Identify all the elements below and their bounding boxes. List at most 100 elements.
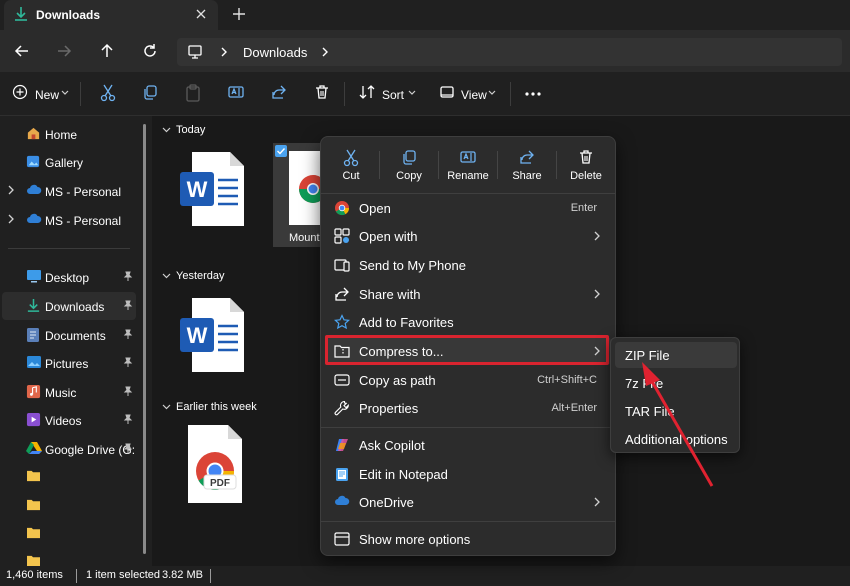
menu-item-label: Open: [359, 201, 391, 216]
share-icon[interactable]: [271, 84, 287, 100]
submenu-item-tar-file[interactable]: TAR File: [615, 398, 737, 424]
sidebar-item-folder[interactable]: [0, 492, 140, 520]
sidebar-item-downloads[interactable]: Downloads: [2, 292, 136, 320]
share-with-icon: [334, 286, 350, 302]
pin-icon[interactable]: [123, 414, 133, 424]
sidebar-item-gallery[interactable]: Gallery: [0, 148, 140, 176]
view-icon: [439, 84, 455, 100]
sort-icon: [359, 84, 375, 100]
chevron-right-icon[interactable]: [7, 214, 15, 224]
sidebar-item-videos[interactable]: Videos: [0, 406, 140, 434]
menu-item-show-more-options[interactable]: Show more options: [327, 525, 611, 553]
delete-button[interactable]: Delete: [558, 145, 614, 189]
sidebar-item-desktop[interactable]: Desktop: [0, 263, 140, 291]
sidebar-item-documents[interactable]: Documents: [0, 321, 140, 349]
rename-button[interactable]: Rename: [440, 145, 496, 189]
sidebar-item-ms-personal[interactable]: MS - Personal: [0, 206, 140, 234]
menu-item-copy-as-path[interactable]: Copy as path Ctrl+Shift+C: [327, 366, 611, 394]
menu-item-open-with[interactable]: Open with: [327, 222, 611, 250]
pdf-file[interactable]: PDF: [174, 421, 254, 513]
menu-item-share-with[interactable]: Share with: [327, 280, 611, 308]
share-icon: [519, 149, 535, 165]
cut-label: Cut: [342, 170, 360, 182]
menu-item-label: Edit in Notepad: [359, 467, 448, 482]
delete-icon[interactable]: [314, 84, 330, 100]
pdf-file-selected[interactable]: Mount: [273, 143, 323, 247]
sidebar-item-ms-personal[interactable]: MS - Personal: [0, 177, 140, 205]
sidebar-item-google-drive[interactable]: Google Drive (G:: [0, 435, 140, 463]
tab-downloads[interactable]: Downloads: [4, 0, 218, 30]
menu-item-label: Send to My Phone: [359, 258, 466, 273]
submenu-item-additional-options[interactable]: Additional options: [615, 426, 737, 452]
sidebar-item-pictures[interactable]: Pictures: [0, 349, 140, 377]
navigation-bar: Downloads: [0, 30, 850, 72]
pin-icon[interactable]: [123, 357, 133, 367]
chevron-down-icon[interactable]: [162, 404, 171, 410]
rename-icon[interactable]: [228, 84, 244, 100]
sidebar-item-folder[interactable]: [0, 463, 140, 491]
menu-item-onedrive[interactable]: OneDrive: [327, 488, 611, 516]
refresh-icon[interactable]: [142, 43, 158, 59]
chevron-down-icon[interactable]: [162, 127, 171, 133]
pin-icon[interactable]: [123, 271, 133, 281]
chevron-right-icon[interactable]: [219, 46, 229, 58]
sidebar-divider: [8, 248, 130, 249]
paste-icon[interactable]: [185, 84, 201, 102]
folder-icon: [26, 554, 41, 566]
sidebar-scrollbar[interactable]: [143, 124, 146, 554]
menu-item-send-to-phone[interactable]: Send to My Phone: [327, 251, 611, 279]
new-tab-icon[interactable]: [232, 7, 246, 21]
group-header-today[interactable]: Today: [162, 124, 205, 136]
submenu-item-7z-file[interactable]: 7z File: [615, 370, 737, 396]
sidebar-item-label: Downloads: [45, 300, 105, 314]
up-icon[interactable]: [99, 43, 115, 59]
view-label: View: [461, 88, 487, 102]
sidebar-item-music[interactable]: Music: [0, 378, 140, 406]
compress-submenu: ZIP File 7z File TAR File Additional opt…: [610, 337, 740, 453]
sidebar-item-folder[interactable]: [0, 520, 140, 548]
group-header-yesterday[interactable]: Yesterday: [162, 270, 225, 282]
word-file[interactable]: W: [172, 290, 252, 380]
menu-item-label: OneDrive: [359, 495, 414, 510]
cut-icon[interactable]: [100, 84, 116, 102]
sidebar-item-label: Gallery: [45, 156, 84, 170]
menu-item-add-to-favorites[interactable]: Add to Favorites: [327, 308, 611, 336]
word-file[interactable]: W: [172, 144, 252, 234]
this-pc-icon[interactable]: [187, 44, 203, 60]
pdf-document-icon: [287, 149, 323, 227]
group-header-earlier-this-week[interactable]: Earlier this week: [162, 401, 257, 413]
forward-icon[interactable]: [56, 43, 72, 59]
checkbox-icon[interactable]: [275, 145, 287, 157]
chevron-down-icon[interactable]: [162, 273, 171, 279]
cut-button[interactable]: Cut: [323, 145, 379, 189]
more-options-icon[interactable]: [525, 92, 541, 96]
menu-item-label: Ask Copilot: [359, 438, 425, 453]
menu-item-ask-copilot[interactable]: Ask Copilot: [327, 431, 611, 459]
download-icon: [13, 6, 29, 22]
sidebar-item-folder[interactable]: [0, 548, 140, 566]
copy-icon[interactable]: [142, 84, 158, 100]
chevron-right-icon: [593, 496, 601, 508]
pdf-document-icon: PDF: [180, 423, 250, 507]
chevron-right-icon[interactable]: [7, 185, 15, 195]
pin-icon[interactable]: [123, 386, 133, 396]
sidebar-item-home[interactable]: Home: [0, 120, 140, 148]
pin-icon[interactable]: [123, 443, 133, 453]
delete-icon: [578, 149, 594, 165]
share-button[interactable]: Share: [499, 145, 555, 189]
menu-item-edit-in-notepad[interactable]: Edit in Notepad: [327, 460, 611, 488]
pin-icon[interactable]: [123, 300, 133, 310]
address-bar[interactable]: Downloads: [177, 38, 842, 66]
menu-item-open[interactable]: Open Enter: [327, 194, 611, 222]
breadcrumb-downloads[interactable]: Downloads: [243, 45, 307, 60]
delete-label: Delete: [570, 170, 602, 182]
close-tab-icon[interactable]: [195, 8, 207, 20]
svg-text:W: W: [187, 323, 208, 348]
menu-item-properties[interactable]: Properties Alt+Enter: [327, 394, 611, 422]
back-icon[interactable]: [14, 43, 30, 59]
copy-button[interactable]: Copy: [381, 145, 437, 189]
pin-icon[interactable]: [123, 329, 133, 339]
submenu-item-zip-file[interactable]: ZIP File: [615, 342, 737, 368]
menu-item-label: Add to Favorites: [359, 315, 454, 330]
chevron-right-icon[interactable]: [320, 46, 330, 58]
